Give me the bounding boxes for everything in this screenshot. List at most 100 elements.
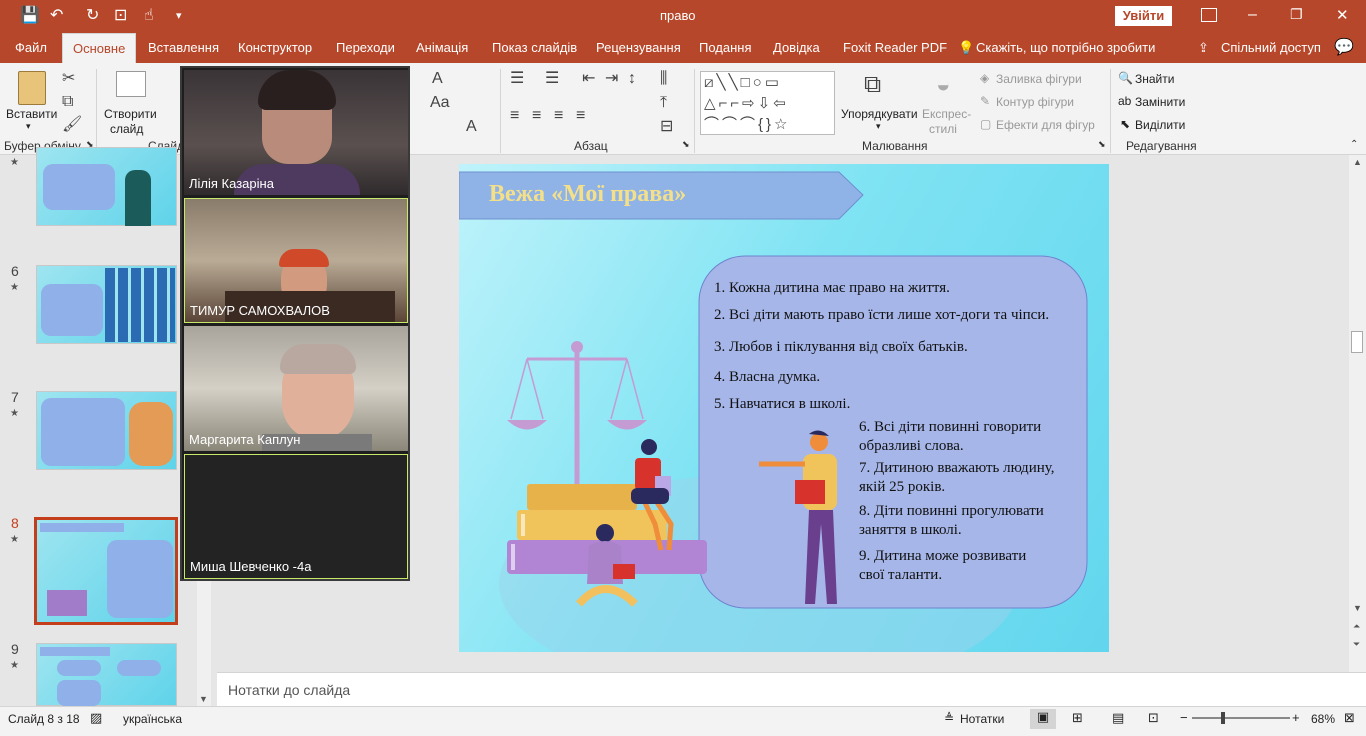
notes-placeholder[interactable]: Нотатки до слайда xyxy=(228,682,350,698)
zoom-slider[interactable] xyxy=(1192,712,1290,724)
comments-icon[interactable]: 💬 xyxy=(1334,33,1354,63)
right-item-6[interactable]: 6. Всі діти повинні говорити xyxy=(859,419,1041,436)
tab-animations[interactable]: Анімація xyxy=(416,33,468,63)
tab-view[interactable]: Подання xyxy=(699,33,752,63)
reading-view-icon[interactable]: ▤ xyxy=(1112,710,1124,726)
zoom-slider-thumb[interactable] xyxy=(1221,712,1225,724)
slide-title[interactable]: Вежа «Мої права» xyxy=(489,181,686,208)
right-item-7-line2[interactable]: якій 25 років. xyxy=(859,479,945,496)
shape-fill-button[interactable]: Заливка фігури xyxy=(996,72,1082,86)
right-item-8[interactable]: 8. Діти повинні прогулювати xyxy=(859,503,1044,520)
increase-indent-icon[interactable]: ⇥ xyxy=(605,71,618,87)
arrange-icon[interactable]: ⧉ xyxy=(864,73,881,97)
shape-effects-icon[interactable]: ▢ xyxy=(980,117,991,131)
quick-styles-button[interactable]: Експрес- xyxy=(922,107,971,121)
close-button[interactable]: ✕ xyxy=(1336,6,1349,24)
align-center-icon[interactable]: ≡ xyxy=(532,108,541,124)
slide-thumbnail-7[interactable] xyxy=(36,391,177,470)
slide-thumbnail-9[interactable] xyxy=(36,643,177,706)
columns-icon[interactable]: ⫼ xyxy=(660,71,667,87)
normal-view-icon[interactable]: ▣ xyxy=(1030,709,1056,729)
right-item-9[interactable]: 9. Дитина може розвивати xyxy=(859,548,1026,565)
quick-styles-icon[interactable]: ◒ xyxy=(936,73,951,97)
current-slide[interactable]: Вежа «Мої права» 1. Кожна дитина має пра… xyxy=(459,164,1109,652)
zoom-out-icon[interactable]: − xyxy=(1180,710,1188,725)
right-item-4[interactable]: 4. Власна думка. xyxy=(714,369,820,386)
right-item-2[interactable]: 2. Всі діти мають право їсти лише хот-до… xyxy=(714,307,1049,324)
paste-dropdown-icon[interactable]: ▾ xyxy=(26,121,31,132)
cut-icon[interactable]: ✂ xyxy=(62,71,75,87)
next-slide-icon[interactable]: ⏷ xyxy=(1353,639,1360,650)
participant-tile[interactable]: Миша Шевченко -4а xyxy=(184,454,408,579)
quick-styles-button-line2[interactable]: стилі xyxy=(929,122,957,136)
notes-toggle-icon[interactable]: ≜ xyxy=(944,711,954,725)
tab-home[interactable]: Основне xyxy=(62,33,137,63)
right-item-7[interactable]: 7. Дитиною вважають людину, xyxy=(859,460,1055,477)
change-case-icon[interactable]: Aa xyxy=(430,95,450,111)
arrange-button[interactable]: Упорядкувати xyxy=(841,107,918,121)
new-slide-icon[interactable] xyxy=(116,71,146,97)
decrease-indent-icon[interactable]: ⇤ xyxy=(582,71,595,87)
replace-icon[interactable]: ab xyxy=(1118,94,1131,108)
dialog-launcher-icon[interactable]: ⬊ xyxy=(682,139,690,150)
find-icon[interactable]: 🔍 xyxy=(1118,71,1133,85)
slideshow-view-icon[interactable]: ⊡ xyxy=(1148,710,1159,726)
signin-button[interactable]: Увійти xyxy=(1115,6,1172,26)
undo-icon[interactable]: ↶ xyxy=(50,6,63,26)
zoom-level[interactable]: 68% xyxy=(1311,712,1335,726)
scroll-up-icon[interactable]: ▲ xyxy=(1353,157,1362,167)
shapes-gallery[interactable]: ⧄╲╲□○▭ △⌐⌐⇨⇩⇦ ⌒⌒⌒{}☆ xyxy=(700,71,835,135)
right-item-3[interactable]: 3. Любов і піклування від своїх батьків. xyxy=(714,339,968,356)
tab-transitions[interactable]: Переходи xyxy=(336,33,395,63)
tab-review[interactable]: Рецензування xyxy=(596,33,681,63)
tab-file[interactable]: Файл xyxy=(15,33,47,63)
fit-slide-icon[interactable]: ⊠ xyxy=(1344,710,1355,726)
spellcheck-icon[interactable]: ▨ xyxy=(90,710,102,726)
tab-help[interactable]: Довідка xyxy=(773,33,820,63)
new-slide-button[interactable]: Створити xyxy=(104,107,157,121)
touch-mode-icon[interactable]: ☝ xyxy=(144,6,154,26)
line-spacing-icon[interactable]: ↕ xyxy=(628,71,636,87)
share-icon[interactable]: ⇪ xyxy=(1198,33,1209,63)
font-size-icon[interactable]: A xyxy=(432,71,443,87)
paste-icon[interactable] xyxy=(18,71,46,105)
slide-thumbnail-8-selected[interactable] xyxy=(34,517,178,625)
save-icon[interactable]: 💾 xyxy=(20,6,40,26)
font-color-icon[interactable]: A xyxy=(466,119,477,135)
text-direction-icon[interactable]: ⤒ xyxy=(660,95,667,111)
paste-button[interactable]: Вставити xyxy=(6,107,57,121)
arrange-dropdown-icon[interactable]: ▾ xyxy=(876,121,881,132)
zoom-in-icon[interactable]: + xyxy=(1292,710,1300,725)
format-painter-icon[interactable]: 🖌 xyxy=(62,117,82,133)
align-left-icon[interactable]: ≡ xyxy=(510,108,519,124)
replace-button[interactable]: Замінити xyxy=(1135,95,1185,109)
scroll-down-icon[interactable]: ▼ xyxy=(199,694,208,704)
align-text-icon[interactable]: ⊟ xyxy=(660,119,673,135)
participant-tile[interactable]: ТИМУР САМОХВАЛОВ xyxy=(184,198,408,323)
right-item-6-line2[interactable]: образливі слова. xyxy=(859,438,964,455)
copy-icon[interactable]: ⧉ xyxy=(62,94,73,110)
editor-scrollbar[interactable]: ▲ ▼ ⏶ ⏷ xyxy=(1349,155,1366,672)
redo-icon[interactable]: ↻ xyxy=(86,6,99,26)
dialog-launcher-icon[interactable]: ⬊ xyxy=(1098,139,1106,150)
language-indicator[interactable]: українська xyxy=(123,712,182,726)
notes-toggle-button[interactable]: Нотатки xyxy=(960,712,1004,726)
tab-slideshow[interactable]: Показ слайдів xyxy=(492,33,577,63)
right-item-9-line2[interactable]: свої таланти. xyxy=(859,567,942,584)
numbering-icon[interactable]: ☰ xyxy=(545,71,559,87)
scroll-thumb[interactable] xyxy=(1351,331,1363,353)
minimize-button[interactable]: – xyxy=(1248,6,1257,24)
scroll-down-icon[interactable]: ▼ xyxy=(1353,603,1362,613)
ribbon-display-icon[interactable] xyxy=(1201,8,1217,22)
collapse-ribbon-icon[interactable]: ⌃ xyxy=(1350,139,1358,150)
new-slide-button-line2[interactable]: слайд xyxy=(110,122,143,136)
tab-foxit[interactable]: Foxit Reader PDF xyxy=(843,33,947,63)
participant-tile[interactable]: Маргарита Каплун xyxy=(184,326,408,451)
slideshow-icon[interactable]: ⊡ xyxy=(114,6,127,26)
align-right-icon[interactable]: ≡ xyxy=(554,108,563,124)
right-item-8-line2[interactable]: заняття в школі. xyxy=(859,522,962,539)
tab-design[interactable]: Конструктор xyxy=(238,33,312,63)
right-item-1[interactable]: 1. Кожна дитина має право на життя. xyxy=(714,280,950,297)
previous-slide-icon[interactable]: ⏶ xyxy=(1353,621,1360,632)
select-button[interactable]: Виділити xyxy=(1135,118,1185,132)
